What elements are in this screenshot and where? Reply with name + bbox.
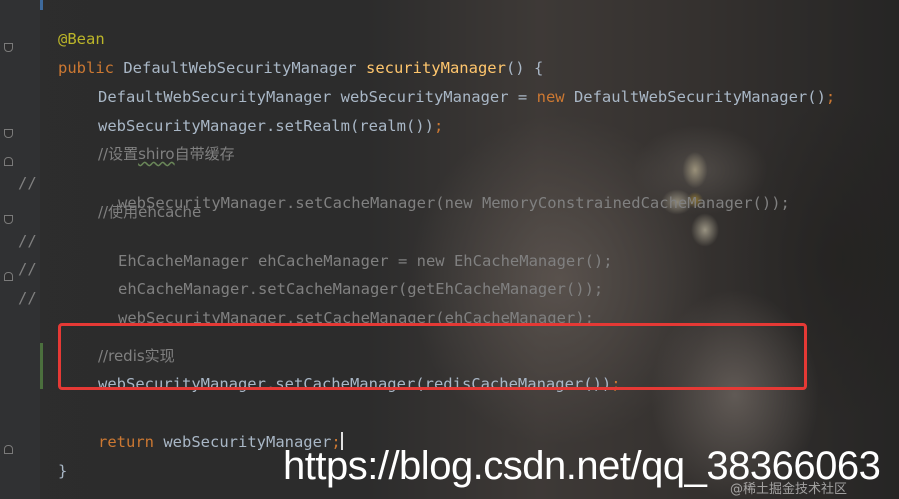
- code-line[interactable]: //设置shiro自带缓存: [0, 124, 235, 163]
- code-line[interactable]: return webSecurityManager;: [0, 412, 343, 451]
- code-line[interactable]: public DefaultWebSecurityManager securit…: [0, 38, 543, 77]
- keyword-public: public: [58, 59, 114, 77]
- semicolon: ;: [433, 117, 444, 135]
- code-line[interactable]: webSecurityManager.setRealm(realm());: [0, 96, 443, 135]
- method-signature-rest: () {: [505, 59, 544, 77]
- semicolon: ;: [825, 88, 836, 106]
- spellcheck-word: shiro: [138, 145, 175, 163]
- code-line[interactable]: // ehCacheManager.setCacheManager(getEhC…: [0, 239, 603, 298]
- code-line[interactable]: //使用ehcache: [0, 182, 201, 221]
- code-editor[interactable]: @Bean public DefaultWebSecurityManager s…: [0, 0, 899, 499]
- comment: //使用ehcache: [98, 203, 202, 221]
- code-line[interactable]: // webSecurityManager.setCacheManager(eh…: [0, 268, 594, 327]
- comment: //设置shiro自带缓存: [98, 145, 235, 163]
- commented-code: EhCacheManager ehCacheManager = new EhCa…: [118, 252, 613, 270]
- code-line[interactable]: }: [0, 441, 67, 480]
- change-marker-added: [40, 343, 43, 389]
- return-type: DefaultWebSecurityManager: [123, 59, 357, 77]
- code-line[interactable]: webSecurityManager.setCacheManager(redis…: [0, 354, 621, 393]
- commented-code: webSecurityManager.setCacheManager(new M…: [118, 194, 790, 212]
- code-line[interactable]: DefaultWebSecurityManager webSecurityMan…: [0, 67, 835, 106]
- annotation-bean: @Bean: [58, 30, 105, 48]
- watermark-source: @稀土掘金技术社区: [730, 482, 848, 497]
- code-line[interactable]: @Bean: [0, 9, 105, 48]
- line-comment-marker: //: [18, 289, 37, 307]
- keyword-return: return: [98, 433, 154, 451]
- commented-code: ehCacheManager.setCacheManager(getEhCach…: [118, 280, 604, 298]
- variable-declaration: DefaultWebSecurityManager webSecurityMan…: [98, 88, 537, 106]
- code-line[interactable]: //redis实现: [0, 326, 175, 365]
- closing-brace: }: [58, 462, 68, 480]
- highlight-box: [58, 323, 807, 390]
- code-line[interactable]: // webSecurityManager.setCacheManager(ne…: [0, 153, 790, 212]
- method-name: securityManager: [365, 59, 506, 77]
- change-marker-modified: [40, 0, 43, 10]
- constructor-call: DefaultWebSecurityManager(): [564, 88, 826, 106]
- code-line[interactable]: // EhCacheManager ehCacheManager = new E…: [0, 211, 613, 270]
- method-call: webSecurityManager.setRealm(realm()): [98, 117, 434, 135]
- keyword-new: new: [536, 88, 565, 106]
